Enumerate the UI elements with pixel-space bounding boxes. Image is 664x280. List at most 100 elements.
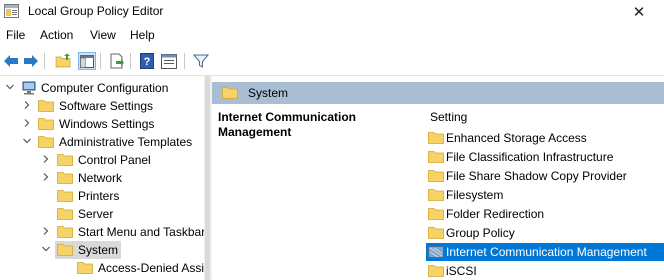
content-header: System [212,82,664,104]
folder-icon [57,154,73,166]
folder-icon [57,208,73,220]
list-item-selected[interactable]: Internet Communication Management [426,243,664,261]
folder-icon [428,208,444,220]
list-item[interactable]: File Share Shadow Copy Provider [426,167,664,185]
tree-item-network[interactable]: Network [0,169,204,187]
show-hide-tree-icon [80,54,94,68]
folder-icon [428,170,444,182]
tree-label: Printers [78,189,120,203]
tree-item-server[interactable]: Server [0,205,204,223]
list-item-label: iSCSI [446,264,477,278]
menu-view[interactable]: View [90,28,116,42]
tree-label: Server [78,207,114,221]
group-policy-app-icon [4,4,19,18]
tree-label: Windows Settings [59,117,155,131]
forward-button[interactable] [22,52,40,70]
list-item-label: Enhanced Storage Access [446,131,587,145]
tree-label: Control Panel [78,153,151,167]
folder-icon [57,226,73,238]
tree-item-computer-configuration[interactable]: Computer Configuration [0,79,204,97]
tree-label: Computer Configuration [41,81,169,95]
list-item[interactable]: File Classification Infrastructure [426,148,664,166]
show-hide-tree-button[interactable] [78,52,96,70]
chevron-right-icon[interactable] [23,119,31,127]
folder-icon [38,136,54,148]
folder-icon [77,262,93,274]
toolbar-separator [100,53,101,69]
folder-icon [222,87,238,99]
tree-label: Start Menu and Taskbar [78,225,204,239]
tree-label: Access-Denied Assistance [98,261,204,275]
tree-item-administrative-templates[interactable]: Administrative Templates [0,133,204,151]
toolbar-separator [184,53,185,69]
filter-button[interactable] [192,52,210,70]
tree-label: Network [78,171,123,185]
list-item[interactable]: iSCSI [426,262,664,280]
export-list-icon [110,53,124,69]
computer-icon [22,81,36,95]
close-icon: ✕ [632,4,646,21]
folder-icon [38,100,54,112]
tree-label: Software Settings [59,99,154,113]
menu-action[interactable]: Action [40,28,73,42]
properties-button[interactable] [160,52,178,70]
up-folder-button[interactable] [54,52,72,70]
chevron-right-icon[interactable] [42,173,50,181]
column-header-setting[interactable]: Setting [430,110,467,124]
svg-text:?: ? [144,56,151,68]
tree-pane: Computer Configuration Software Settings… [0,76,204,280]
list-item[interactable]: Enhanced Storage Access [426,129,664,147]
chevron-right-icon[interactable] [42,155,50,163]
title-bar: Local Group Policy Editor ✕ [0,0,664,24]
folder-icon [428,265,444,277]
tree-item-windows-settings[interactable]: Windows Settings [0,115,204,133]
setting-folder-icon [428,246,444,258]
back-button[interactable] [2,52,20,70]
chevron-down-icon[interactable] [6,83,14,91]
list-item[interactable]: Folder Redirection [426,205,664,223]
list-item[interactable]: Filesystem [426,186,664,204]
folder-icon [428,189,444,201]
menu-bar: File Action View Help [0,25,664,45]
chevron-down-icon[interactable] [42,245,50,253]
tree-item-start-menu-and-taskbar[interactable]: Start Menu and Taskbar [0,223,204,241]
folder-icon [57,244,73,256]
tree-label: System [78,243,119,257]
folder-icon [428,227,444,239]
window-title: Local Group Policy Editor [28,4,164,18]
list-item-label: Internet Communication Management [446,245,647,259]
toolbar-separator [44,53,45,69]
forward-icon [24,55,38,67]
up-folder-icon [55,53,70,68]
tree-item-software-settings[interactable]: Software Settings [0,97,204,115]
chevron-right-icon[interactable] [23,101,31,109]
export-list-button[interactable] [108,52,126,70]
close-button[interactable]: ✕ [614,0,664,24]
tree-item-system[interactable]: System [0,241,204,259]
tree-item-control-panel[interactable]: Control Panel [0,151,204,169]
folder-icon [57,172,73,184]
back-icon [4,55,18,67]
folder-icon [57,190,73,202]
list-item-label: File Classification Infrastructure [446,150,614,164]
list-item-label: Group Policy [446,226,515,240]
help-icon: ? [140,53,154,69]
folder-icon [428,132,444,144]
help-button[interactable]: ? [138,52,156,70]
tree-item-printers[interactable]: Printers [0,187,204,205]
tree-item-access-denied-assistance[interactable]: Access-Denied Assistance [0,259,204,277]
tree-scrollbar[interactable] [204,76,212,280]
chevron-down-icon[interactable] [23,137,31,145]
content-header-title: System [248,86,289,100]
description-title: Internet Communication Management [218,110,357,139]
menu-file[interactable]: File [6,28,25,42]
properties-icon [161,53,177,69]
list-item-label: Filesystem [446,188,504,202]
list-item-label: File Share Shadow Copy Provider [446,169,627,183]
chevron-right-icon[interactable] [42,227,50,235]
scrollbar-thumb[interactable] [205,76,210,280]
menu-help[interactable]: Help [130,28,155,42]
list-item[interactable]: Group Policy [426,224,664,242]
tree-label: Administrative Templates [59,135,193,149]
folder-icon [38,118,54,130]
